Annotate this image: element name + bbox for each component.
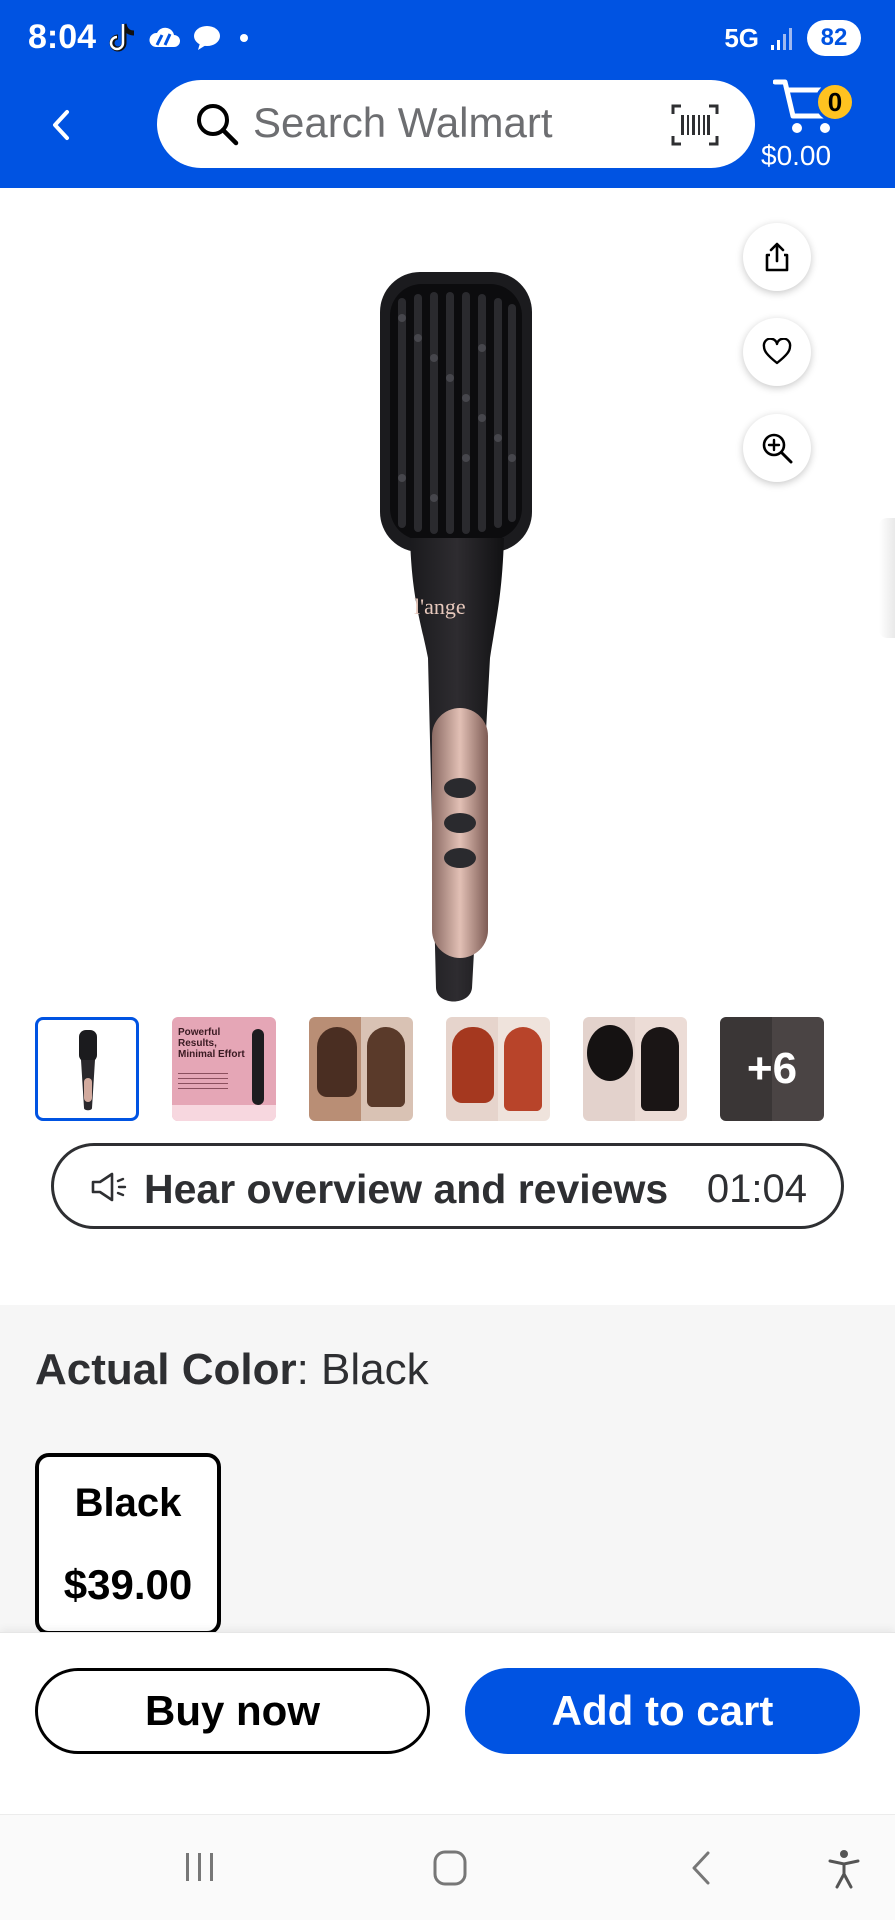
thumbnail-1[interactable]: [35, 1017, 139, 1121]
add-to-cart-button[interactable]: Add to cart: [465, 1668, 860, 1754]
chat-icon: [194, 26, 220, 50]
variant-section: Actual Color: Black Black $39.00: [0, 1305, 895, 1635]
product-brand-text: l'ange: [414, 594, 466, 619]
search-bar[interactable]: [157, 80, 755, 168]
battery-badge: 82: [807, 20, 861, 56]
share-button[interactable]: [743, 223, 811, 291]
product-image: l'ange: [380, 272, 532, 1002]
thumbnail-4-before-hair: [452, 1027, 494, 1103]
variant-option-price: $39.00: [63, 1561, 193, 1608]
variant-option-name: Black: [74, 1481, 182, 1525]
thumbnail-3[interactable]: [309, 1017, 413, 1121]
product-image-area[interactable]: l'ange: [0, 188, 895, 1002]
audio-duration: 01:04: [706, 1167, 807, 1211]
recents-icon[interactable]: [180, 1849, 220, 1885]
color-value: Black: [321, 1345, 429, 1394]
signal-icon: [771, 28, 792, 50]
audio-overview-button[interactable]: Hear overview and reviews 01:04: [51, 1143, 844, 1229]
carousel-next-hint: [879, 518, 895, 638]
cart-total: $0.00: [761, 140, 832, 171]
purchase-action-bar: Buy now Add to cart: [0, 1632, 895, 1814]
nav-back-icon[interactable]: [686, 1849, 716, 1887]
favorite-button[interactable]: [743, 318, 811, 386]
heart-icon: [762, 338, 792, 365]
back-icon: [53, 110, 69, 140]
zoom-icon: [762, 433, 793, 464]
thumbnail-2[interactable]: Powerful Results, Minimal Effort: [172, 1017, 276, 1121]
header: 0 $0.00: [0, 78, 895, 188]
thumbnail-5-before-hair: [587, 1025, 633, 1081]
thumbnail-strip: Powerful Results, Minimal Effort +6: [35, 1017, 824, 1121]
status-bar: 8:04 5G 82: [0, 0, 895, 78]
thumbnail-3-before-hair: [317, 1027, 357, 1097]
thumbnail-2-body-lines: [178, 1073, 228, 1093]
color-separator: :: [296, 1345, 322, 1394]
accessibility-icon[interactable]: [826, 1849, 862, 1889]
thumbnail-2-title: Powerful Results, Minimal Effort: [178, 1027, 245, 1060]
thumbnail-5-after-hair: [641, 1027, 679, 1111]
barcode-icon[interactable]: [671, 104, 719, 146]
dot-icon: [240, 34, 248, 42]
audio-overview-label: Hear overview and reviews: [144, 1166, 669, 1212]
tiktok-icon: [109, 23, 135, 52]
notification-icons: [108, 22, 248, 54]
cart-button[interactable]: 0 $0.00: [759, 70, 869, 178]
zoom-button[interactable]: [743, 414, 811, 482]
buy-now-button[interactable]: Buy now: [35, 1668, 430, 1754]
thumbnail-4[interactable]: [446, 1017, 550, 1121]
color-selection-label: Actual Color: Black: [35, 1345, 429, 1395]
network-label: 5G: [724, 22, 759, 53]
more-images-label: +6: [746, 1044, 798, 1093]
thumbnail-5[interactable]: [583, 1017, 687, 1121]
thumbnail-6[interactable]: +6: [720, 1017, 824, 1121]
share-icon: [765, 242, 789, 272]
speaker-icon: [91, 1172, 127, 1202]
thumbnail-2-base: [172, 1105, 276, 1121]
thumbnail-2-product: [252, 1029, 264, 1105]
variant-option-black[interactable]: Black $39.00: [35, 1453, 221, 1635]
home-icon[interactable]: [430, 1849, 470, 1887]
back-button[interactable]: [36, 100, 86, 150]
cart-count-badge: 0: [815, 82, 855, 122]
system-nav-bar: [0, 1814, 895, 1920]
search-icon: [197, 104, 239, 146]
thumbnail-product-image: [79, 1030, 97, 1111]
product-page: 8:04 5G 82 Search Walmart 0 $0.00 l'ange…: [0, 0, 895, 1920]
status-time: 8:04: [28, 18, 97, 56]
search-input[interactable]: [253, 92, 653, 154]
system-icons: 5G 82: [724, 20, 861, 56]
color-label: Actual Color: [35, 1345, 297, 1394]
cloud-icon: [149, 27, 180, 47]
thumbnail-3-after-hair: [367, 1027, 405, 1107]
thumbnail-4-after-hair: [504, 1027, 542, 1111]
